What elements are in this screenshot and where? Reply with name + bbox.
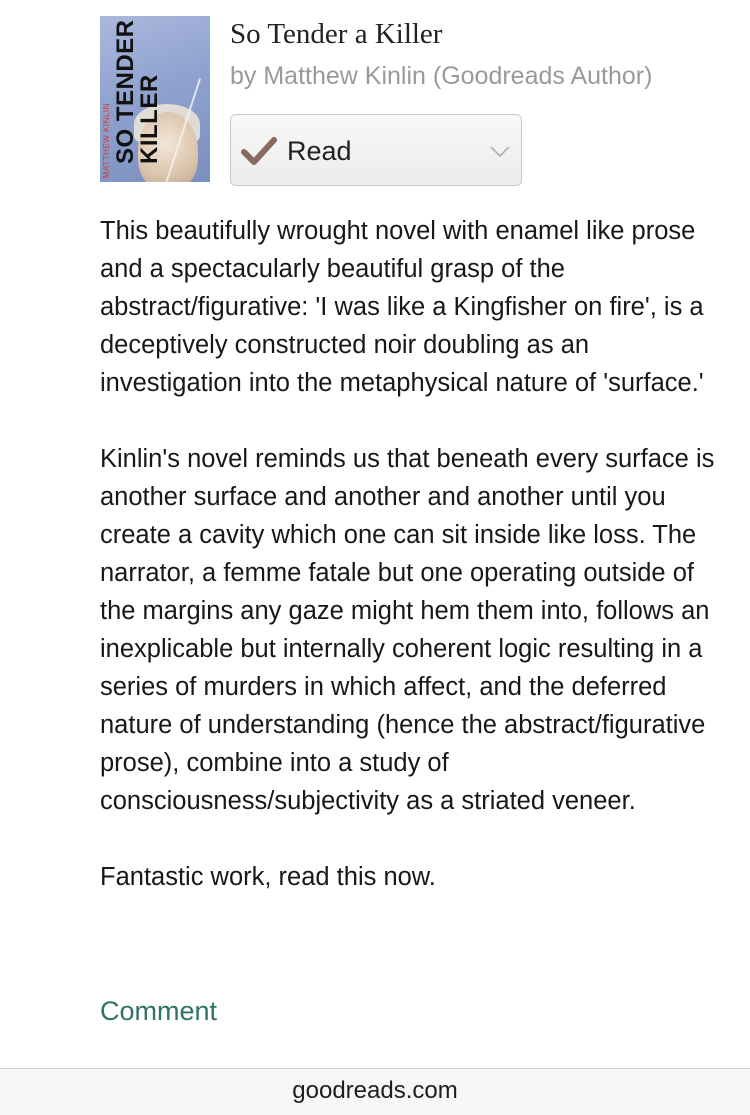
book-header: SO TENDER A KILLER MATTHEW KINLIN So Ten… xyxy=(100,16,720,192)
chevron-down-icon xyxy=(490,146,510,158)
review-paragraph: Kinlin's novel reminds us that beneath e… xyxy=(100,445,715,815)
review-body: This beautifully wrought novel with enam… xyxy=(100,212,730,934)
address-bar-url[interactable]: goodreads.com xyxy=(0,1077,750,1105)
comment-link[interactable]: Comment xyxy=(100,996,217,1027)
shelf-status-label: Read xyxy=(287,136,352,166)
cover-author: MATTHEW KINLIN xyxy=(102,103,111,178)
check-icon xyxy=(241,137,277,165)
review-paragraph: Fantastic work, read this now. xyxy=(100,863,436,891)
cover-title: SO TENDER A KILLER xyxy=(112,16,163,164)
browser-address-bar[interactable]: goodreads.com xyxy=(0,1068,750,1115)
review-paragraph: This beautifully wrought novel with enam… xyxy=(100,217,704,397)
cover-title-line2: KILLER xyxy=(136,74,163,164)
shelf-status-button[interactable]: Read xyxy=(230,114,522,186)
book-cover[interactable]: SO TENDER A KILLER MATTHEW KINLIN xyxy=(100,16,210,182)
book-title[interactable]: So Tender a Killer xyxy=(230,18,442,51)
cover-title-line1: SO TENDER A xyxy=(112,16,139,164)
book-author[interactable]: by Matthew Kinlin (Goodreads Author) xyxy=(230,62,652,91)
